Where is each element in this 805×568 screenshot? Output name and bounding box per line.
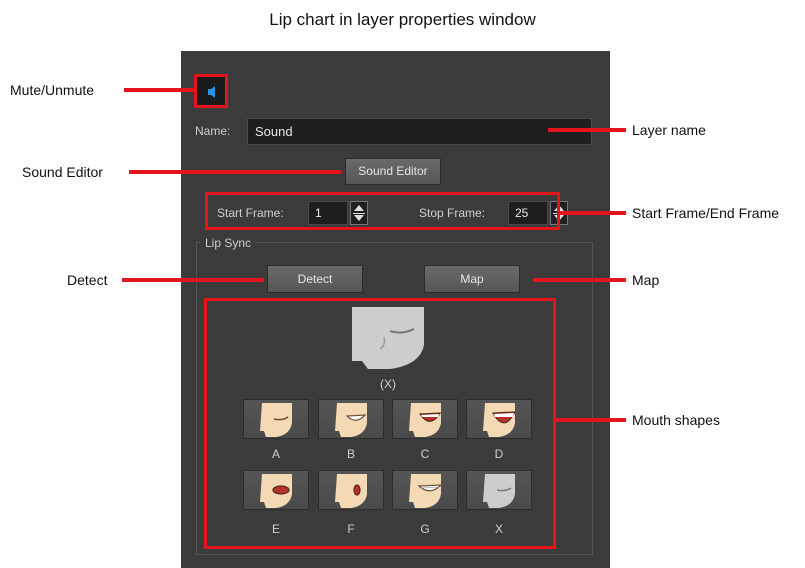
map-arrow <box>533 278 626 282</box>
layer-name-callout: Layer name <box>632 122 706 138</box>
mute-arrow <box>124 88 196 92</box>
frames-highlight-box <box>205 192 560 230</box>
mute-callout: Mute/Unmute <box>10 82 95 98</box>
mouth-shapes-arrow <box>556 418 626 422</box>
page-title: Lip chart in layer properties window <box>269 10 536 29</box>
mouth-shapes-highlight-box <box>204 298 556 549</box>
map-button[interactable]: Map <box>424 265 520 293</box>
lip-sync-label: Lip Sync <box>201 236 256 250</box>
sound-editor-callout: Sound Editor <box>22 164 103 180</box>
sound-editor-button[interactable]: Sound Editor <box>345 158 441 185</box>
map-callout: Map <box>632 272 660 288</box>
layer-name-field[interactable]: Sound <box>247 118 592 145</box>
layer-name-arrow <box>548 128 626 132</box>
frames-arrow <box>560 211 626 215</box>
mute-highlight-box <box>194 74 228 108</box>
detect-button[interactable]: Detect <box>267 265 363 293</box>
frames-callout: Start Frame/End Frame <box>632 205 780 221</box>
name-label: Name: <box>195 124 231 138</box>
mouth-shapes-callout: Mouth shapes <box>632 412 720 428</box>
detect-arrow <box>122 278 264 282</box>
detect-callout: Detect <box>67 272 108 288</box>
sound-editor-arrow <box>129 170 341 174</box>
